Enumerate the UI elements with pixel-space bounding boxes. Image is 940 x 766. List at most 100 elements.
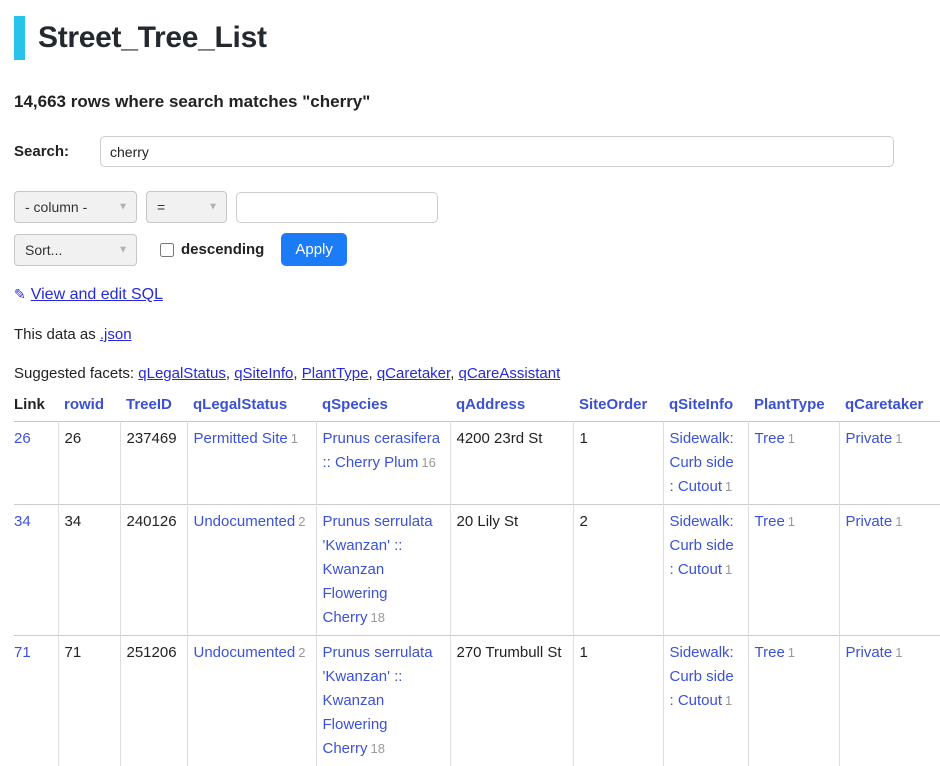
- facet-count: 18: [371, 610, 385, 625]
- cell-qaddress: 20 Lily St: [450, 505, 573, 636]
- column-select[interactable]: - column -: [14, 191, 137, 223]
- filter-value-input[interactable]: [236, 192, 438, 223]
- facet-count: 1: [291, 431, 298, 446]
- cell-treeid: 237469: [120, 422, 187, 505]
- facet-value-link[interactable]: Permitted Site: [194, 430, 288, 447]
- table-row: 26 26 237469 Permitted Site1 Prunus cera…: [14, 422, 940, 505]
- operator-select[interactable]: =: [146, 191, 227, 223]
- facet-count: 18: [371, 741, 385, 756]
- cell-rowid: 34: [58, 505, 120, 636]
- facet-count: 2: [298, 645, 305, 660]
- facet-count: 1: [725, 562, 732, 577]
- column-header-qcaretaker[interactable]: qCaretaker: [839, 394, 940, 422]
- cell-qspecies: Prunus serrulata 'Kwanzan' :: Kwanzan Fl…: [316, 636, 450, 766]
- cell-rowid: 26: [58, 422, 120, 505]
- column-header-qsiteinfo[interactable]: qSiteInfo: [663, 394, 748, 422]
- search-input[interactable]: [100, 136, 894, 167]
- row-link[interactable]: 71: [14, 644, 31, 661]
- filter-row: - column - ▼ = ▼: [14, 191, 940, 223]
- page-header: Street_Tree_List: [14, 16, 940, 60]
- facet-count: 2: [298, 514, 305, 529]
- page-content: Street_Tree_List 14,663 rows where searc…: [0, 0, 940, 766]
- accent-bar: [14, 16, 25, 60]
- search-row: Search:: [14, 136, 940, 167]
- facet-separator: ,: [368, 365, 376, 382]
- cell-link: 71: [14, 636, 58, 766]
- facet-link-planttype[interactable]: PlantType: [302, 365, 369, 382]
- cell-qlegalstatus: Permitted Site1: [187, 422, 316, 505]
- cell-qlegalstatus: Undocumented2: [187, 505, 316, 636]
- cell-rowid: 71: [58, 636, 120, 766]
- results-table: Link rowid TreeID qLegalStatus qSpecies …: [14, 394, 940, 766]
- facet-value-link[interactable]: Tree: [755, 430, 785, 447]
- facet-count: 1: [895, 645, 902, 660]
- search-label: Search:: [14, 143, 100, 160]
- facet-count: 1: [725, 693, 732, 708]
- column-header-link: Link: [14, 394, 58, 422]
- facets-prefix: Suggested facets:: [14, 365, 134, 382]
- cell-siteorder: 2: [573, 505, 663, 636]
- facet-count: 1: [895, 431, 902, 446]
- facet-value-link[interactable]: Private: [846, 513, 893, 530]
- column-header-qaddress[interactable]: qAddress: [450, 394, 573, 422]
- facets-line: Suggested facets: qLegalStatus, qSiteInf…: [14, 365, 940, 382]
- descending-label: descending: [181, 241, 264, 258]
- facet-value-link[interactable]: Undocumented: [194, 513, 296, 530]
- pencil-icon: ✎: [14, 286, 26, 302]
- column-header-qspecies[interactable]: qSpecies: [316, 394, 450, 422]
- cell-planttype: Tree1: [748, 636, 839, 766]
- column-header-planttype[interactable]: PlantType: [748, 394, 839, 422]
- apply-button[interactable]: Apply: [281, 233, 347, 266]
- row-count-text: 14,663 rows where search matches "cherry…: [14, 92, 940, 112]
- cell-planttype: Tree1: [748, 505, 839, 636]
- cell-qspecies: Prunus cerasifera :: Cherry Plum16: [316, 422, 450, 505]
- facet-separator: ,: [226, 365, 234, 382]
- sort-select[interactable]: Sort...: [14, 234, 137, 266]
- sort-row: Sort... ▼ descending Apply: [14, 233, 940, 266]
- sql-line: ✎ View and edit SQL: [14, 286, 940, 304]
- json-line: This data as .json: [14, 326, 940, 343]
- row-link[interactable]: 26: [14, 430, 31, 447]
- cell-qcaretaker: Private1: [839, 636, 940, 766]
- cell-qsiteinfo: Sidewalk: Curb side : Cutout1: [663, 505, 748, 636]
- column-header-treeid[interactable]: TreeID: [120, 394, 187, 422]
- cell-qcaretaker: Private1: [839, 505, 940, 636]
- facet-value-link[interactable]: Private: [846, 644, 893, 661]
- cell-qsiteinfo: Sidewalk: Curb side : Cutout1: [663, 636, 748, 766]
- facet-link-qlegalstatus[interactable]: qLegalStatus: [138, 365, 226, 382]
- facet-count: 16: [421, 455, 435, 470]
- row-link[interactable]: 34: [14, 513, 31, 530]
- facet-value-link[interactable]: Private: [846, 430, 893, 447]
- view-edit-sql-link[interactable]: View and edit SQL: [31, 286, 163, 303]
- facet-separator: ,: [450, 365, 458, 382]
- column-header-rowid[interactable]: rowid: [58, 394, 120, 422]
- descending-checkbox[interactable]: [160, 243, 174, 257]
- cell-siteorder: 1: [573, 422, 663, 505]
- facet-count: 1: [788, 645, 795, 660]
- facet-count: 1: [725, 479, 732, 494]
- facet-separator: ,: [293, 365, 301, 382]
- page-title: Street_Tree_List: [38, 16, 267, 60]
- table-header-row: Link rowid TreeID qLegalStatus qSpecies …: [14, 394, 940, 422]
- cell-treeid: 251206: [120, 636, 187, 766]
- facet-link-qcaretaker[interactable]: qCaretaker: [377, 365, 450, 382]
- table-row: 71 71 251206 Undocumented2 Prunus serrul…: [14, 636, 940, 766]
- facet-link-qsiteinfo[interactable]: qSiteInfo: [234, 365, 293, 382]
- facet-value-link[interactable]: Undocumented: [194, 644, 296, 661]
- facet-value-link[interactable]: Tree: [755, 513, 785, 530]
- cell-siteorder: 1: [573, 636, 663, 766]
- facet-count: 1: [788, 514, 795, 529]
- facet-value-link[interactable]: Tree: [755, 644, 785, 661]
- cell-qlegalstatus: Undocumented2: [187, 636, 316, 766]
- column-header-qlegalstatus[interactable]: qLegalStatus: [187, 394, 316, 422]
- json-link[interactable]: .json: [100, 326, 132, 343]
- cell-qaddress: 4200 23rd St: [450, 422, 573, 505]
- cell-treeid: 240126: [120, 505, 187, 636]
- facet-link-qcareassistant[interactable]: qCareAssistant: [459, 365, 561, 382]
- facet-count: 1: [895, 514, 902, 529]
- data-as-prefix: This data as: [14, 326, 96, 343]
- cell-link: 26: [14, 422, 58, 505]
- cell-qaddress: 270 Trumbull St: [450, 636, 573, 766]
- table-row: 34 34 240126 Undocumented2 Prunus serrul…: [14, 505, 940, 636]
- column-header-siteorder[interactable]: SiteOrder: [573, 394, 663, 422]
